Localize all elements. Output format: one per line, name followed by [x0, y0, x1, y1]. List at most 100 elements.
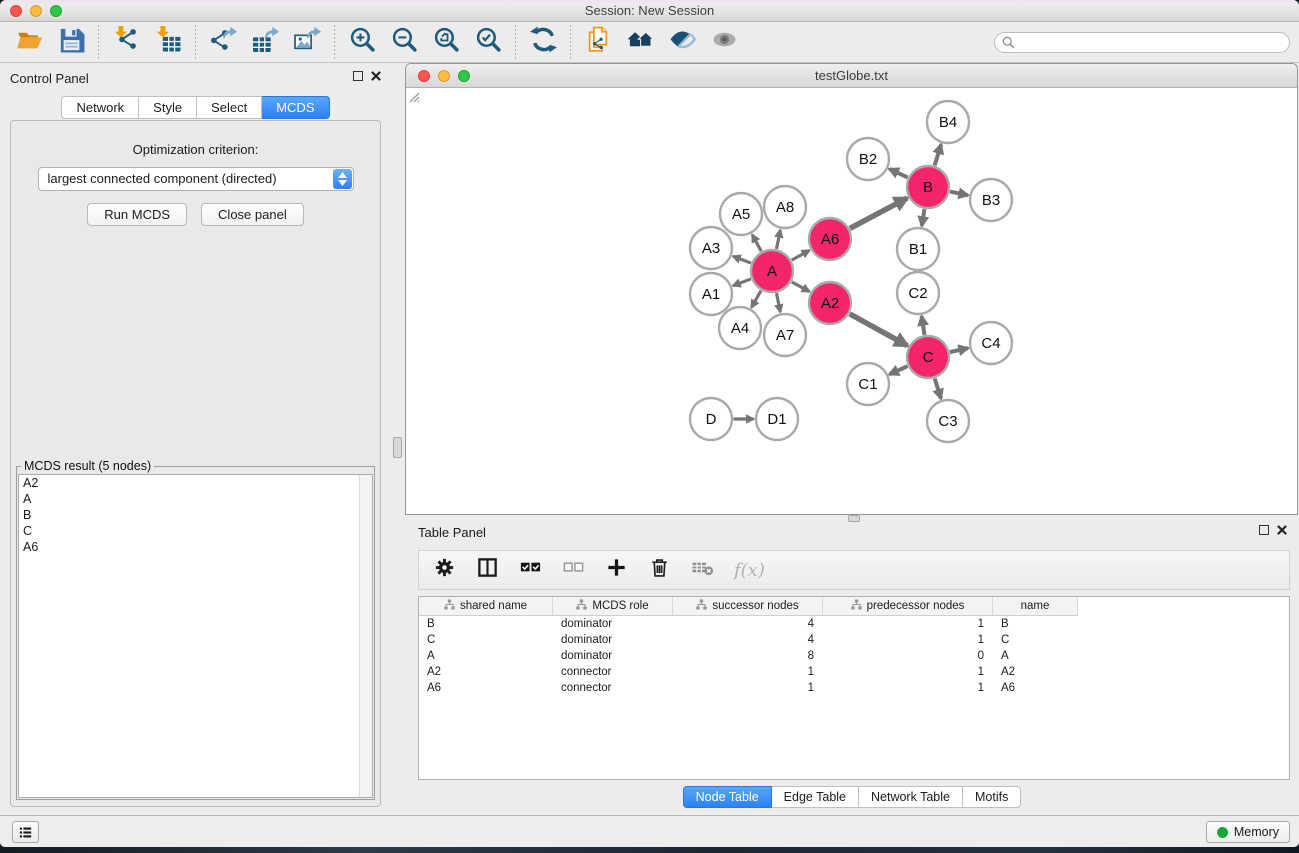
gear-button[interactable]	[433, 556, 456, 584]
edge-B-B3[interactable]	[950, 192, 968, 196]
zoom-fit-button[interactable]	[425, 25, 467, 59]
tab-style[interactable]: Style	[139, 96, 197, 119]
node-B2[interactable]: B2	[847, 138, 889, 180]
close-panel-icon[interactable]	[371, 71, 381, 81]
column-header-mcds-role[interactable]: MCDS role	[553, 597, 673, 616]
open-button[interactable]	[8, 25, 50, 59]
node-B4[interactable]: B4	[927, 101, 969, 143]
edge-A-A1[interactable]	[733, 279, 751, 286]
documents-share-button[interactable]	[577, 25, 619, 59]
cell-predecessor-nodes[interactable]: 1	[823, 680, 993, 696]
cell-mcds-role[interactable]: connector	[553, 680, 673, 696]
minimize-window-button[interactable]	[30, 5, 42, 17]
node-A2[interactable]: A2	[809, 282, 851, 324]
result-list-scrollbar[interactable]	[359, 475, 372, 797]
edge-A6-B[interactable]	[850, 198, 907, 228]
edge-A-A2[interactable]	[792, 282, 810, 292]
select-all-button[interactable]	[519, 556, 542, 584]
close-window-button[interactable]	[10, 5, 22, 17]
close-panel-button[interactable]: Close panel	[201, 203, 304, 226]
edge-A2-C[interactable]	[850, 314, 908, 346]
network-canvas[interactable]: AA1A2A3A4A5A6A7A8BB1B2B3B4CC1C2C3C4DD1	[406, 89, 1297, 514]
zoom-out-button[interactable]	[383, 25, 425, 59]
edge-A-A4[interactable]	[752, 291, 761, 308]
import-table-button[interactable]	[147, 25, 189, 59]
edge-C-C2[interactable]	[922, 316, 925, 335]
column-header-successor-nodes[interactable]: successor nodes	[673, 597, 823, 616]
node-B[interactable]: B	[907, 166, 949, 208]
cell-shared-name[interactable]: A2	[419, 664, 553, 680]
column-header-name[interactable]: name	[993, 597, 1078, 616]
run-mcds-button[interactable]: Run MCDS	[87, 203, 187, 226]
table-row[interactable]: Cdominator41C	[419, 632, 1289, 648]
edge-A-A6[interactable]	[792, 250, 810, 260]
result-list-item[interactable]: A6	[19, 539, 372, 555]
node-A4[interactable]: A4	[719, 307, 761, 349]
cell-name[interactable]: A2	[993, 664, 1078, 680]
close-network-button[interactable]	[418, 70, 430, 82]
vertical-splitter[interactable]	[391, 63, 405, 815]
cell-successor-nodes[interactable]: 4	[673, 632, 823, 648]
refresh-button[interactable]	[522, 25, 564, 59]
edge-C-C1[interactable]	[889, 366, 907, 374]
node-A7[interactable]: A7	[764, 314, 806, 356]
tab-network-table[interactable]: Network Table	[859, 786, 963, 808]
result-list-item[interactable]: C	[19, 523, 372, 539]
float-table-panel-icon[interactable]	[1259, 525, 1269, 535]
tab-edge-table[interactable]: Edge Table	[772, 786, 859, 808]
node-D1[interactable]: D1	[756, 398, 798, 440]
node-C3[interactable]: C3	[927, 400, 969, 442]
import-network-button[interactable]	[105, 25, 147, 59]
table-row[interactable]: A6connector11A6	[419, 680, 1289, 696]
zoom-in-button[interactable]	[341, 25, 383, 59]
trash-button[interactable]	[648, 556, 671, 584]
cell-predecessor-nodes[interactable]: 1	[823, 664, 993, 680]
task-history-button[interactable]	[12, 821, 39, 843]
node-C[interactable]: C	[907, 336, 949, 378]
cell-shared-name[interactable]: B	[419, 616, 553, 632]
horizontal-splitter-grip[interactable]	[848, 515, 860, 522]
close-table-panel-icon[interactable]	[1277, 525, 1287, 535]
node-B3[interactable]: B3	[970, 179, 1012, 221]
node-A8[interactable]: A8	[764, 186, 806, 228]
cell-name[interactable]: B	[993, 616, 1078, 632]
cell-mcds-role[interactable]: dominator	[553, 632, 673, 648]
edge-A-A8[interactable]	[776, 230, 780, 249]
node-C2[interactable]: C2	[897, 272, 939, 314]
search-input[interactable]	[994, 32, 1290, 53]
cell-shared-name[interactable]: A6	[419, 680, 553, 696]
minimize-network-button[interactable]	[438, 70, 450, 82]
show-eye-button[interactable]	[703, 25, 745, 59]
export-table-button[interactable]	[244, 25, 286, 59]
memory-button[interactable]: Memory	[1206, 821, 1290, 843]
cell-predecessor-nodes[interactable]: 1	[823, 632, 993, 648]
cell-name[interactable]: A	[993, 648, 1078, 664]
table-row[interactable]: A2connector11A2	[419, 664, 1289, 680]
splitter-grip[interactable]	[393, 437, 402, 458]
save-button[interactable]	[50, 25, 92, 59]
table-row[interactable]: Adominator80A	[419, 648, 1289, 664]
node-C4[interactable]: C4	[970, 322, 1012, 364]
cell-successor-nodes[interactable]: 1	[673, 680, 823, 696]
resize-grip-icon[interactable]	[406, 89, 420, 103]
node-C1[interactable]: C1	[847, 363, 889, 405]
edge-C-C4[interactable]	[950, 348, 968, 352]
float-panel-icon[interactable]	[353, 71, 363, 81]
zoom-window-button[interactable]	[50, 5, 62, 17]
cell-shared-name[interactable]: A	[419, 648, 553, 664]
result-list-item[interactable]: B	[19, 507, 372, 523]
houses-button[interactable]	[619, 25, 661, 59]
cell-successor-nodes[interactable]: 4	[673, 616, 823, 632]
export-network-button[interactable]	[202, 25, 244, 59]
tab-node-table[interactable]: Node Table	[683, 786, 772, 808]
tab-network[interactable]: Network	[61, 96, 139, 119]
edge-B-B1[interactable]	[922, 209, 925, 226]
zoom-network-button[interactable]	[458, 70, 470, 82]
edge-B-B4[interactable]	[935, 144, 941, 165]
zoom-selected-button[interactable]	[467, 25, 509, 59]
node-A5[interactable]: A5	[720, 193, 762, 235]
edge-A-A3[interactable]	[733, 256, 751, 263]
cell-mcds-role[interactable]: dominator	[553, 648, 673, 664]
edge-B-B2[interactable]	[889, 169, 907, 178]
edge-A-A5[interactable]	[752, 235, 761, 252]
